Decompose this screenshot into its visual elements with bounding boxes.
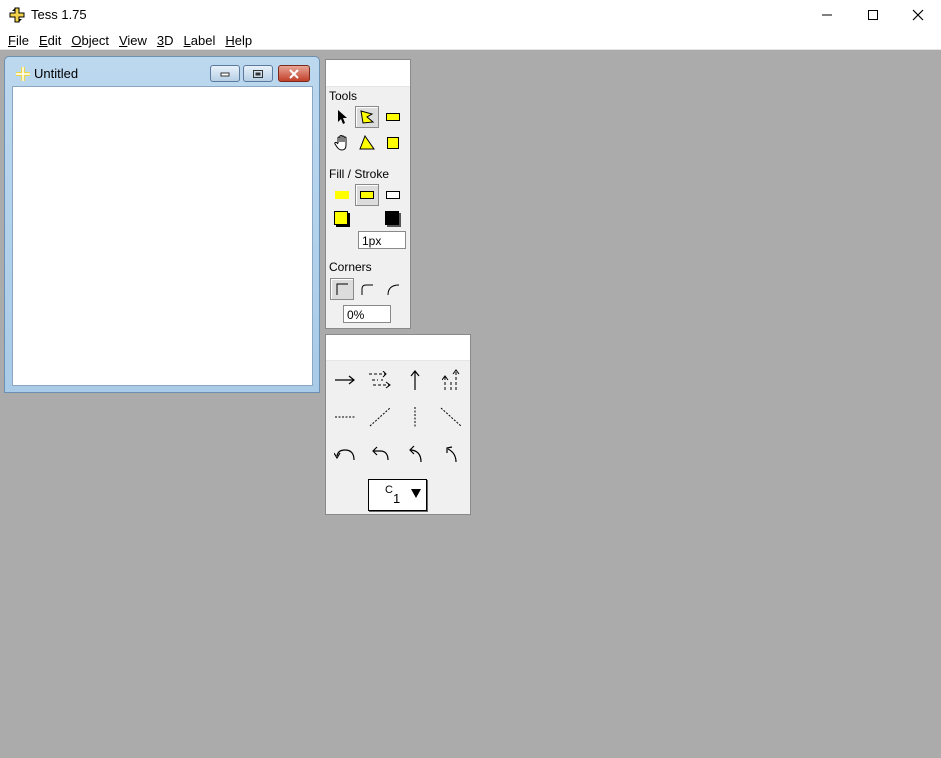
dashed-horizontal-button[interactable] bbox=[330, 404, 360, 430]
menu-object[interactable]: Object bbox=[66, 30, 114, 50]
curved-up-left-icon bbox=[409, 445, 422, 463]
arrow-palette-header[interactable] bbox=[326, 335, 470, 361]
menu-3d[interactable]: 3D bbox=[152, 30, 179, 50]
rectangle-tool-button[interactable] bbox=[381, 106, 405, 128]
menu-label[interactable]: Label bbox=[179, 30, 221, 50]
close-icon bbox=[289, 68, 299, 79]
dashed-vertical-icon bbox=[414, 407, 416, 427]
menu-help[interactable]: Help bbox=[220, 30, 257, 50]
document-close-button[interactable] bbox=[278, 65, 310, 82]
stroke-width-field[interactable]: 1px bbox=[358, 231, 406, 249]
square-corner-icon bbox=[336, 283, 348, 295]
restore-icon bbox=[253, 69, 263, 78]
tess-document-icon bbox=[16, 67, 30, 81]
document-title: Untitled bbox=[34, 66, 79, 81]
rectangle-icon bbox=[386, 113, 400, 121]
fill-stroke-icon bbox=[360, 191, 374, 199]
double-arrow-up-button[interactable] bbox=[436, 367, 466, 393]
undo-arrow-icon bbox=[372, 446, 389, 461]
dashed-diagonal-up-button[interactable] bbox=[365, 404, 395, 430]
stroke-only-button[interactable] bbox=[381, 184, 405, 206]
rotate-left-arrow-button[interactable] bbox=[330, 441, 360, 467]
arrow-right-icon bbox=[335, 375, 355, 385]
polygon-icon bbox=[360, 110, 375, 124]
dashed-diagonal-up-icon bbox=[369, 407, 391, 427]
corners-label: Corners bbox=[329, 260, 372, 274]
tool-palette: Tools Fill / Stroke 1px Corners 0% bbox=[325, 59, 411, 329]
tess-app-icon bbox=[9, 7, 25, 23]
hand-icon bbox=[334, 134, 347, 151]
square-icon bbox=[387, 137, 399, 149]
document-minimize-button[interactable] bbox=[210, 65, 240, 82]
curved-arrow-up-button[interactable] bbox=[436, 441, 466, 467]
tool-palette-header[interactable] bbox=[326, 60, 410, 87]
maximize-button[interactable] bbox=[850, 0, 896, 30]
dashed-vertical-button[interactable] bbox=[400, 404, 430, 430]
polygon-tool-button[interactable] bbox=[355, 106, 379, 128]
curved-up-icon bbox=[446, 446, 457, 463]
fill-only-icon bbox=[335, 191, 349, 199]
double-arrow-right-icon bbox=[369, 371, 391, 389]
stroke-color-swatch[interactable] bbox=[381, 208, 405, 230]
square-tool-button[interactable] bbox=[381, 132, 405, 154]
arrow-right-button[interactable] bbox=[330, 367, 360, 393]
maximize-icon bbox=[868, 10, 878, 20]
tools-label: Tools bbox=[329, 89, 358, 103]
triangle-tool-button[interactable] bbox=[355, 132, 379, 154]
menu-edit[interactable]: Edit bbox=[34, 30, 66, 50]
curved-corner-icon bbox=[387, 284, 400, 296]
curved-corner-button[interactable] bbox=[381, 278, 405, 300]
fill-stroke-label: Fill / Stroke bbox=[329, 167, 390, 181]
stroke-only-icon bbox=[386, 191, 400, 199]
arrow-pointer-icon bbox=[338, 110, 347, 124]
fill-only-button[interactable] bbox=[330, 184, 354, 206]
curved-arrow-up-left-button[interactable] bbox=[400, 441, 430, 467]
dashed-horizontal-icon bbox=[335, 416, 355, 418]
stroke-color-icon bbox=[385, 211, 401, 227]
app-title: Tess 1.75 bbox=[31, 7, 87, 22]
arrow-up-button[interactable] bbox=[400, 367, 430, 393]
rounded-corner-button[interactable] bbox=[355, 278, 379, 300]
title-bar[interactable]: Tess 1.75 bbox=[0, 0, 941, 30]
label-select[interactable]: C 1 bbox=[368, 479, 427, 511]
double-arrow-up-icon bbox=[442, 369, 460, 390]
select-tool-button[interactable] bbox=[330, 106, 354, 128]
square-corner-button[interactable] bbox=[330, 278, 354, 300]
minimize-icon bbox=[220, 72, 230, 76]
dashed-diagonal-down-icon bbox=[440, 407, 462, 427]
corner-radius-field[interactable]: 0% bbox=[343, 305, 391, 323]
drawing-canvas[interactable] bbox=[12, 86, 313, 386]
arrow-palette: C 1 bbox=[325, 334, 471, 515]
arrow-up-icon bbox=[410, 370, 420, 390]
rotate-left-small-button[interactable] bbox=[365, 441, 395, 467]
dashed-diagonal-down-button[interactable] bbox=[436, 404, 466, 430]
label-select-subscript: 1 bbox=[393, 491, 401, 506]
menu-view[interactable]: View bbox=[114, 30, 152, 50]
double-arrow-right-button[interactable] bbox=[365, 367, 395, 393]
document-restore-button[interactable] bbox=[243, 65, 273, 82]
fill-color-icon bbox=[334, 211, 350, 227]
close-icon bbox=[912, 9, 924, 21]
rounded-corner-icon bbox=[361, 284, 373, 295]
label-select-value: C bbox=[385, 484, 393, 496]
rotate-left-icon bbox=[334, 449, 355, 461]
hand-tool-button[interactable] bbox=[330, 132, 354, 154]
close-button[interactable] bbox=[895, 0, 941, 30]
menu-file[interactable]: File bbox=[3, 30, 34, 50]
triangle-icon bbox=[359, 135, 375, 150]
chevron-down-icon bbox=[411, 489, 421, 498]
fill-color-swatch[interactable] bbox=[330, 208, 354, 230]
minimize-button[interactable] bbox=[804, 0, 850, 30]
fill-and-stroke-button[interactable] bbox=[355, 184, 379, 206]
document-window[interactable]: Untitled bbox=[4, 56, 320, 393]
minimize-icon bbox=[822, 14, 832, 16]
menu-bar: File Edit Object View 3D Label Help bbox=[0, 30, 941, 50]
